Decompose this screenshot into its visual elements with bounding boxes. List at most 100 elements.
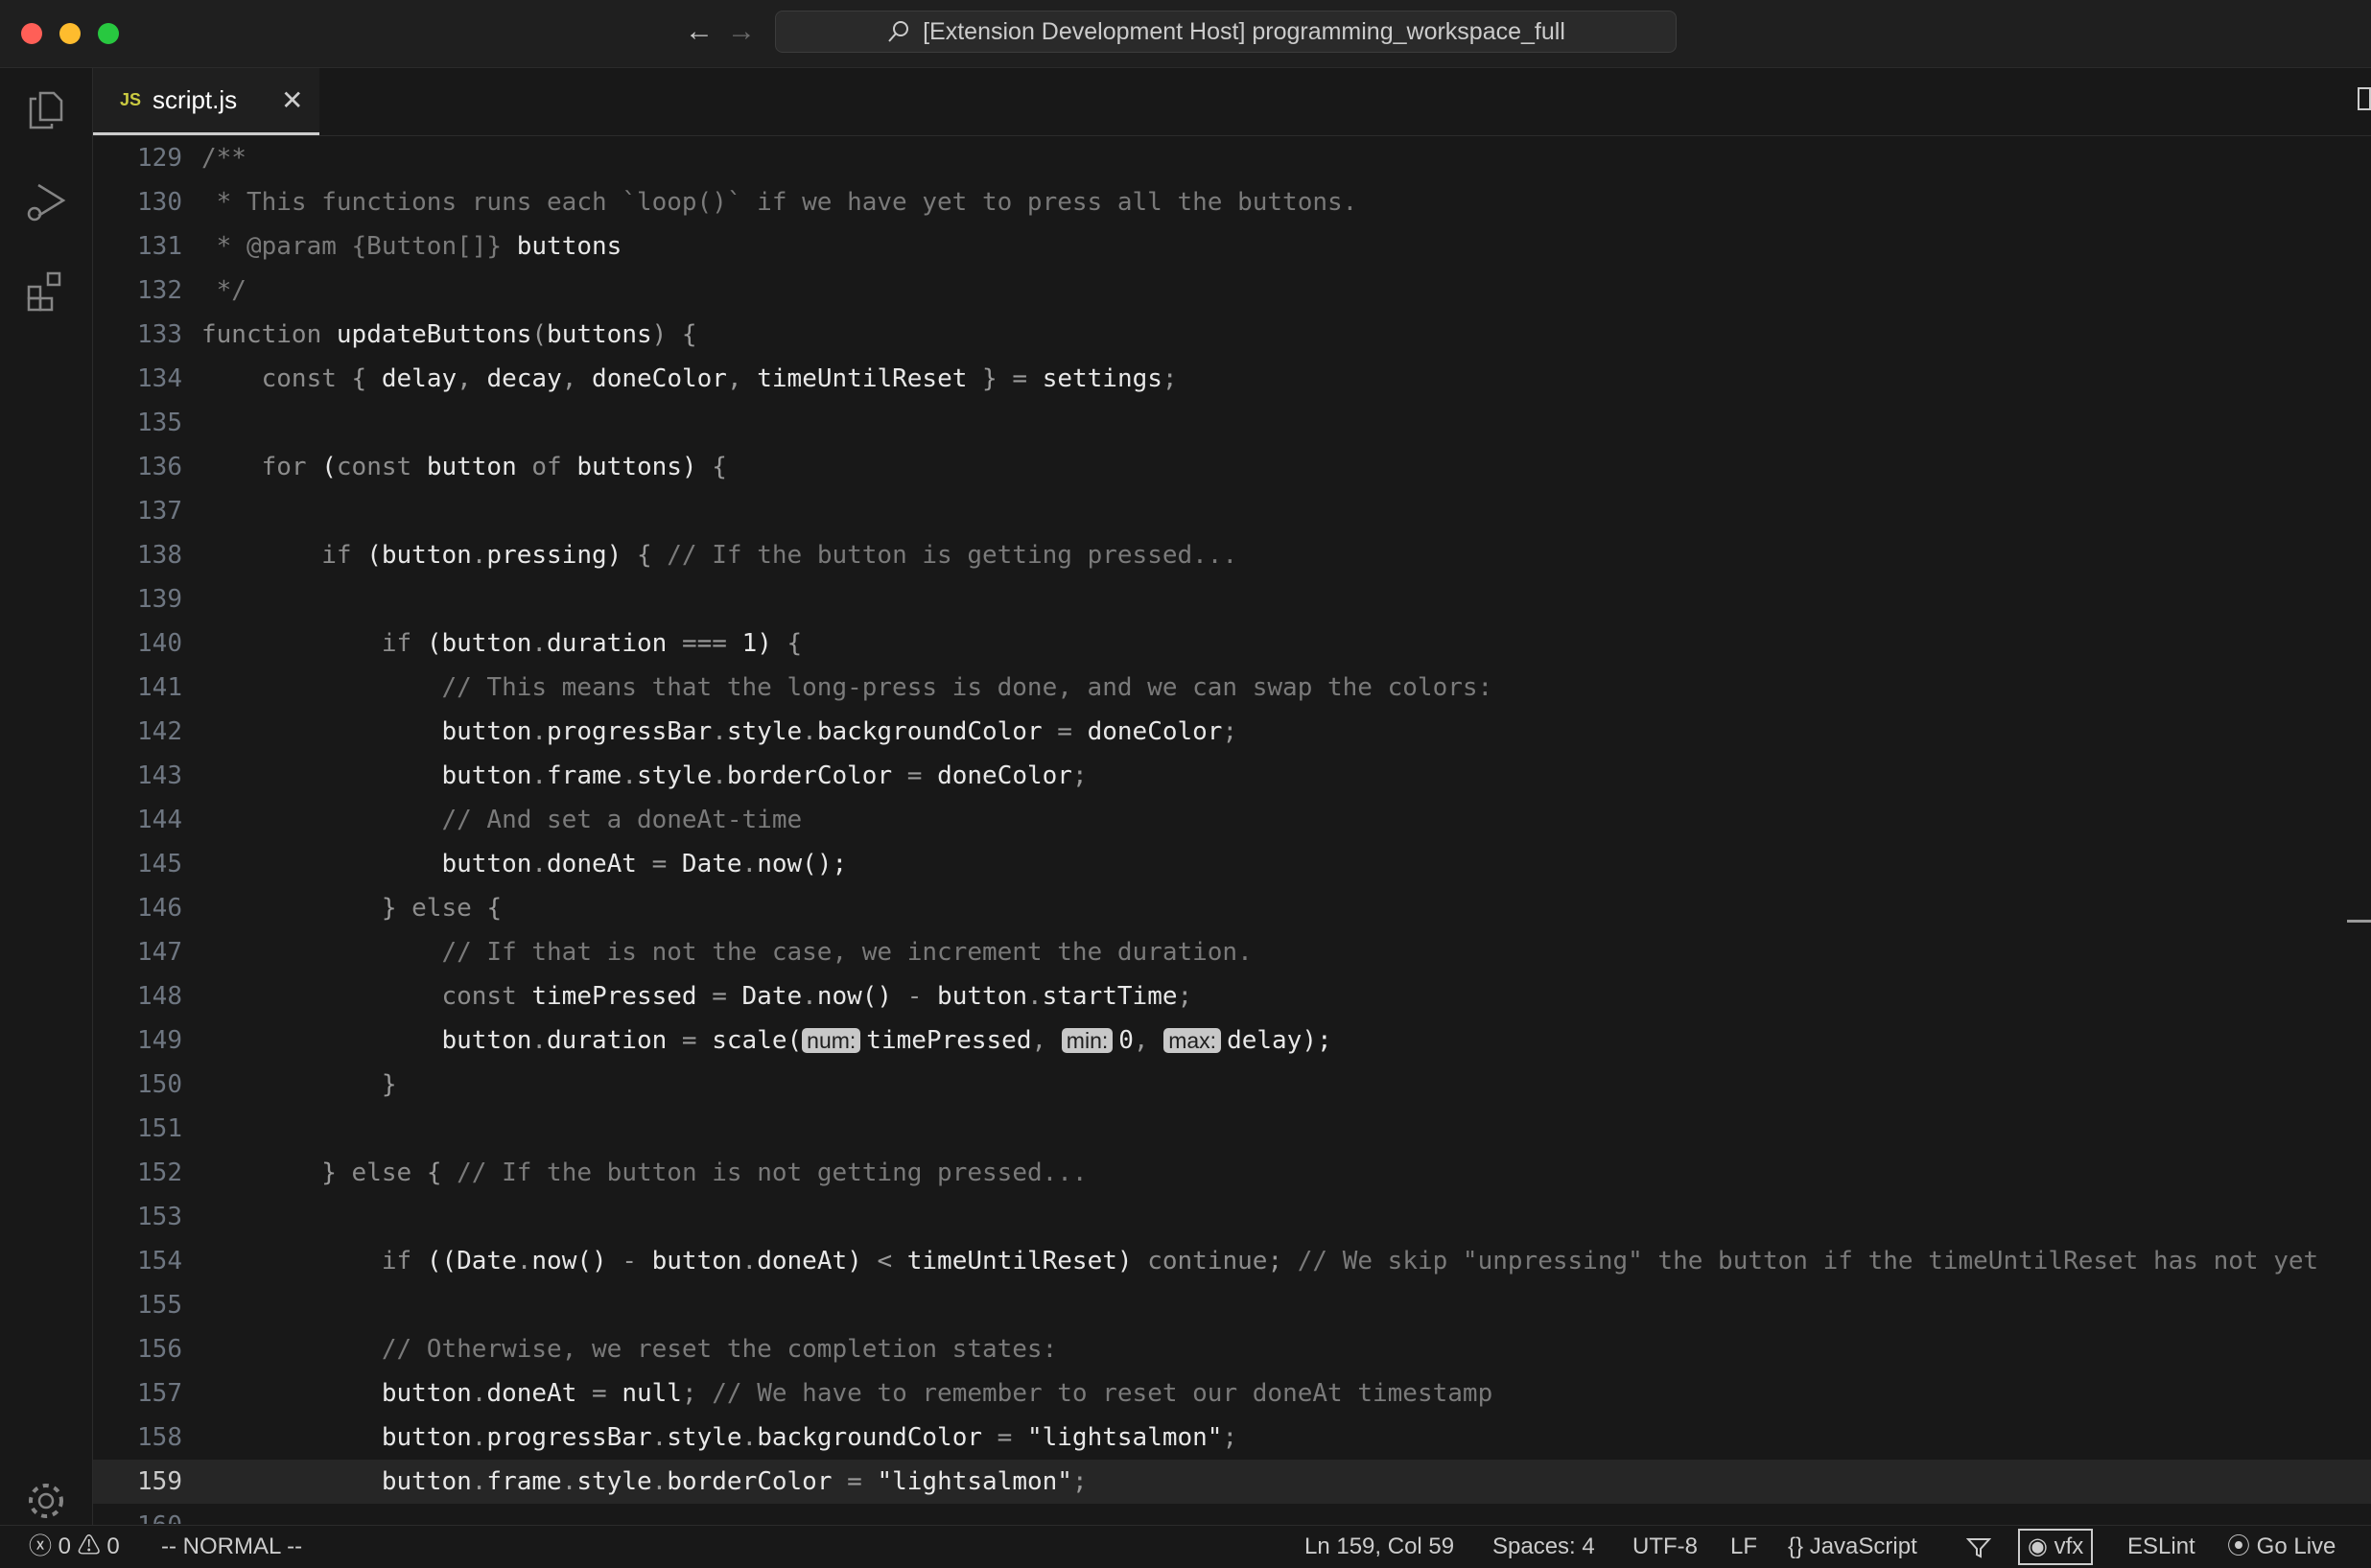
- code-line[interactable]: 157 button.doneAt = null; // We have to …: [93, 1371, 2371, 1416]
- extensions-icon[interactable]: [23, 268, 69, 314]
- window-minimize-button[interactable]: [59, 23, 81, 44]
- eslint-status[interactable]: ESLint: [2127, 1526, 2195, 1568]
- code-token: // If the button is getting pressed...: [667, 541, 1238, 570]
- line-number: 148: [137, 982, 182, 1011]
- code-token: delay);: [1227, 1026, 1332, 1055]
- cursor-position[interactable]: Ln 159, Col 59: [1304, 1526, 1454, 1568]
- editor-tab-bar: JS script.js ✕ ···: [93, 68, 2371, 136]
- code-line[interactable]: 158 button.progressBar.style.backgroundC…: [93, 1416, 2371, 1460]
- tab-label: script.js: [153, 85, 238, 114]
- code-editor[interactable]: 129 /** 130 * This functions runs each `lo…: [93, 136, 2371, 1524]
- code-line[interactable]: 134 const { delay, decay, doneColor, tim…: [93, 357, 2371, 401]
- code-token: duration: [547, 629, 682, 658]
- code-line[interactable]: 138 if (button.pressing) { // If the but…: [93, 533, 2371, 577]
- code-token: button: [201, 1423, 472, 1452]
- code-token: .: [531, 717, 548, 746]
- code-line[interactable]: 160: [93, 1504, 2371, 1524]
- code-line[interactable]: 142 button.progressBar.style.backgroundC…: [93, 710, 2371, 754]
- end-of-line[interactable]: LF: [1730, 1526, 1757, 1568]
- code-line[interactable]: 130 * This functions runs each `loop()` …: [93, 180, 2371, 224]
- explorer-files-icon[interactable]: [23, 87, 69, 133]
- code-line[interactable]: 135: [93, 401, 2371, 445]
- scrollbar-marker[interactable]: [2347, 920, 2371, 923]
- code-token: doneColor: [592, 364, 727, 393]
- command-center-search[interactable]: [Extension Development Host] programming…: [775, 11, 1677, 53]
- code-token: } =: [967, 364, 1043, 393]
- code-token: /**: [201, 144, 246, 173]
- code-line[interactable]: 159 button.frame.style.borderColor = "li…: [93, 1460, 2371, 1504]
- code-line[interactable]: 152 } else { // If the button is not get…: [93, 1151, 2371, 1195]
- code-line[interactable]: 129 /**: [93, 136, 2371, 180]
- encoding[interactable]: UTF-8: [1632, 1526, 1698, 1568]
- code-token: 0: [1118, 1026, 1134, 1055]
- code-token: timePressed: [531, 982, 713, 1011]
- code-token: const: [201, 982, 532, 1011]
- code-token: {: [426, 1158, 458, 1187]
- code-line[interactable]: 144 // And set a doneAt-time: [93, 798, 2371, 842]
- code-text: /**: [201, 136, 246, 180]
- window-close-button[interactable]: [21, 23, 42, 44]
- code-line[interactable]: 133 function updateButtons(buttons) {: [93, 313, 2371, 357]
- code-line[interactable]: 151: [93, 1107, 2371, 1151]
- code-token: duration: [547, 1026, 682, 1055]
- code-token: .: [712, 761, 727, 790]
- code-line[interactable]: 148 const timePressed = Date.now() - but…: [93, 974, 2371, 1018]
- back-arrow-icon[interactable]: ←: [685, 15, 714, 48]
- code-line[interactable]: 139: [93, 577, 2371, 621]
- code-line[interactable]: 153: [93, 1195, 2371, 1239]
- code-token: {: [351, 364, 382, 393]
- code-text: // If that is not the case, we increment…: [201, 930, 1252, 974]
- go-live-label: Go Live: [2256, 1533, 2336, 1559]
- code-line[interactable]: 150 }: [93, 1063, 2371, 1107]
- code-line[interactable]: 149 button.duration = scale(num: timePres…: [93, 1018, 2371, 1063]
- code-line[interactable]: 140 if (button.duration === 1) {: [93, 621, 2371, 666]
- code-line[interactable]: 137: [93, 489, 2371, 533]
- code-token: now(): [816, 982, 907, 1011]
- code-line[interactable]: 131 * @param {Button[]} buttons: [93, 224, 2371, 269]
- line-number: 134: [137, 364, 182, 393]
- code-line[interactable]: 136 for (const button of buttons) {: [93, 445, 2371, 489]
- window-maximize-button[interactable]: [98, 23, 119, 44]
- code-token: .: [531, 761, 548, 790]
- code-line[interactable]: 147 // If that is not the case, we incre…: [93, 930, 2371, 974]
- line-number: 151: [137, 1114, 182, 1143]
- code-line[interactable]: 143 button.frame.style.borderColor = don…: [93, 754, 2371, 798]
- code-token: */: [201, 276, 246, 305]
- eye-icon: ◉: [2028, 1533, 2048, 1559]
- code-token: ;: [1222, 717, 1238, 746]
- code-line[interactable]: 146 } else {: [93, 886, 2371, 930]
- status-bar: ⓧ 0 ⚠ 0 -- NORMAL -- Ln 159, Col 59 Spac…: [0, 1525, 2371, 1568]
- code-token: function: [201, 320, 337, 349]
- forward-arrow-icon[interactable]: →: [727, 15, 756, 48]
- tab-script-js[interactable]: JS script.js ✕: [93, 68, 319, 135]
- language-mode[interactable]: {} JavaScript: [1788, 1526, 1917, 1568]
- filter-icon[interactable]: [1965, 1526, 1992, 1568]
- code-token: button: [426, 453, 532, 481]
- code-text: button.duration = scale(num: timePressed,…: [201, 1018, 1332, 1063]
- code-line[interactable]: 155: [93, 1283, 2371, 1327]
- close-icon[interactable]: ✕: [281, 87, 303, 114]
- code-line[interactable]: 145 button.doneAt = Date.now();: [93, 842, 2371, 886]
- code-token: }: [201, 1158, 352, 1187]
- run-debug-icon[interactable]: [23, 179, 69, 225]
- code-token: button: [201, 1467, 472, 1496]
- code-token: // Otherwise, we reset the completion st…: [201, 1335, 1058, 1364]
- code-line[interactable]: 141 // This means that the long-press is…: [93, 666, 2371, 710]
- split-editor-icon[interactable]: [2357, 85, 2371, 112]
- settings-gear-icon[interactable]: [23, 1478, 69, 1524]
- code-line[interactable]: 132 */: [93, 269, 2371, 313]
- code-line[interactable]: 154 if ((Date.now() - button.doneAt) < t…: [93, 1239, 2371, 1283]
- indentation[interactable]: Spaces: 4: [1492, 1526, 1595, 1568]
- vimfx-status[interactable]: ◉ vfx: [2018, 1529, 2094, 1565]
- line-number: 153: [137, 1203, 182, 1231]
- inlay-hint: max:: [1163, 1028, 1222, 1053]
- code-token: buttons): [576, 453, 713, 481]
- code-token: =: [681, 1026, 713, 1055]
- code-token: .: [561, 1467, 577, 1496]
- go-live-button[interactable]: ⦿ Go Live: [2227, 1526, 2336, 1568]
- code-token: doneAt: [547, 850, 652, 878]
- code-line[interactable]: 156 // Otherwise, we reset the completio…: [93, 1327, 2371, 1371]
- problems-indicator[interactable]: ⓧ 0 ⚠ 0: [29, 1526, 120, 1568]
- code-token: =: [1057, 717, 1088, 746]
- code-token: now(): [531, 1247, 622, 1275]
